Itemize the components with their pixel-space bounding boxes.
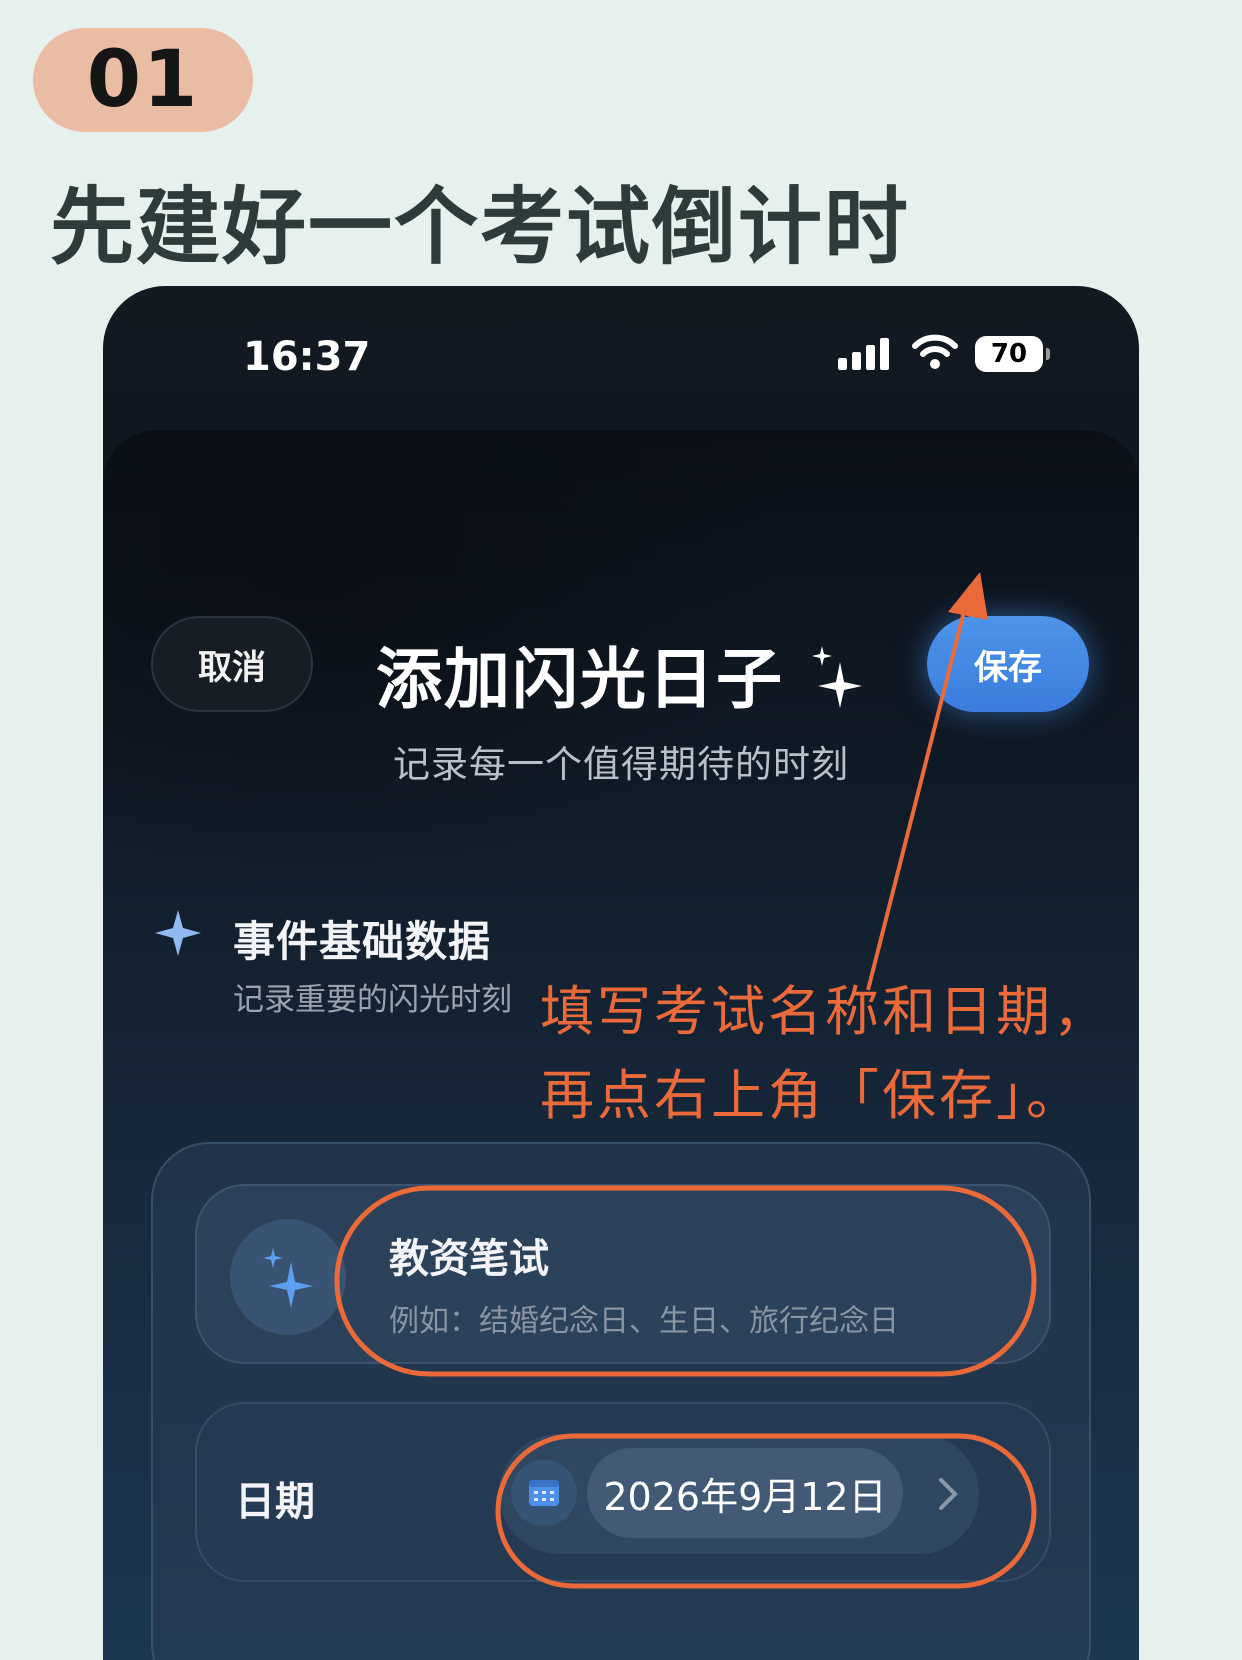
sheet-subtitle: 记录每一个值得期待的时刻 [393,743,849,786]
wifi-icon [912,334,958,369]
instruction-annotation: 填写考试名称和日期， 再点右上角「保存」。 [540,970,1110,1138]
annotation-line-2: 再点右上角「保存」。 [540,1064,1083,1127]
date-picker[interactable]: 2026年9月12日 [499,1434,979,1554]
annotation-line-1: 填写考试名称和日期， [540,980,1110,1043]
battery-level: 70 [990,339,1028,369]
sheet-title: 添加闪光日子 [376,641,784,718]
sheet-title-row: 添加闪光日子 [103,626,1139,722]
step-number: 01 [86,35,200,125]
status-bar: 16:37 70 [103,286,1139,416]
section-subtitle: 记录重要的闪光时刻 [233,982,512,1018]
sparkle-icon [263,1248,313,1308]
signal-icon [838,338,889,370]
sparkle-icon [155,910,201,956]
event-name-placeholder: 例如：结婚纪念日、生日、旅行纪念日 [389,1304,899,1339]
event-name-value[interactable]: 教资笔试 [389,1226,549,1284]
section-title: 事件基础数据 [233,917,492,966]
step-badge: 01 [33,28,253,132]
event-form-card: 教资笔试 例如：结婚纪念日、生日、旅行纪念日 日期 2026年9月12日 [151,1142,1091,1660]
date-label: 日期 [235,1479,315,1525]
date-value[interactable]: 2026年9月12日 [587,1448,903,1538]
sparkle-icon [812,646,862,708]
battery-icon: 70 [975,336,1050,372]
page-headline: 先建好一个考试倒计时 [50,178,911,276]
calendar-icon [511,1460,577,1526]
event-icon [230,1219,346,1335]
page: 01 先建好一个考试倒计时 16:37 70 取消 保存 添加闪光日子 记录每一… [0,0,1242,1660]
chevron-right-icon [939,1478,958,1510]
date-row[interactable]: 日期 2026年9月12日 [195,1402,1051,1582]
status-time: 16:37 [243,334,371,380]
event-name-field[interactable]: 教资笔试 例如：结婚纪念日、生日、旅行纪念日 [195,1184,1051,1364]
